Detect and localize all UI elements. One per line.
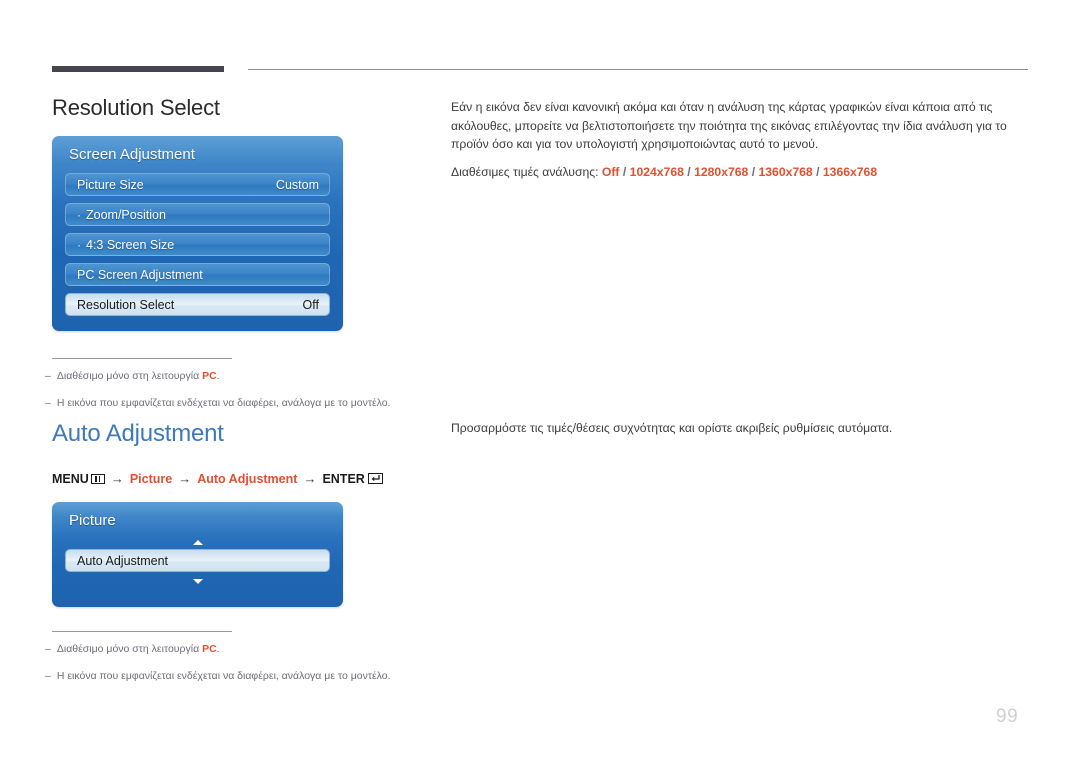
footnote-divider [52, 631, 232, 632]
resolution-value-off: Off [601, 164, 620, 179]
available-resolutions-label: Διαθέσιμες τιμές ανάλυσης: [451, 164, 599, 179]
footnote-text: Η εικόνα που εμφανίζεται ενδέχεται να δι… [56, 669, 391, 682]
page-title-auto-adjustment: Auto Adjustment [52, 420, 224, 447]
breadcrumb-step-picture: Picture [129, 471, 173, 486]
osd-row-picture-size[interactable]: Picture Size Custom [65, 173, 330, 196]
osd-row-label: PC Screen Adjustment [77, 267, 203, 282]
footnote-item: – Διαθέσιμο μόνο στη λειτουργία PC. [45, 369, 645, 385]
osd-panel-screen-adjustment: Screen Adjustment Picture Size Custom · … [52, 136, 343, 331]
description-auto-adjustment: Προσαρμόστε τις τιμές/θέσεις συχνότητας … [451, 419, 1031, 438]
footnote-divider [52, 358, 232, 359]
osd-row-label: Auto Adjustment [77, 553, 169, 568]
breadcrumb-arrow: → [178, 471, 192, 486]
osd-row-4-3-screen-size[interactable]: · 4:3 Screen Size [65, 233, 330, 256]
enter-return-icon [367, 473, 383, 484]
footnote-dash: – [45, 669, 51, 682]
header-rule-thin-line [248, 69, 1028, 70]
footnote-text-tail: . [216, 643, 220, 655]
footnote-text: Διαθέσιμο μόνο στη λειτουργία [56, 643, 203, 655]
footnote-dash: – [45, 643, 51, 655]
breadcrumb-arrow: → [303, 471, 317, 486]
resolution-value-1024x768: 1024x768 [629, 164, 684, 179]
osd-row-label: Picture Size [77, 177, 144, 192]
breadcrumb-menu-label: MENU [52, 471, 89, 486]
breadcrumb-arrow: → [110, 471, 124, 486]
osd-row-label: Resolution Select [77, 297, 175, 312]
footnote-item: – Διαθέσιμο μόνο στη λειτουργία PC. [45, 642, 645, 658]
footnote-text-tail: . [216, 370, 220, 382]
breadcrumb: MENU → Picture → Auto Adjustment → ENTER [52, 471, 383, 486]
menu-grid-icon [90, 473, 105, 484]
osd-row-zoom-position[interactable]: · Zoom/Position [65, 203, 330, 226]
resolution-value-1366x768: 1366x768 [822, 164, 878, 179]
osd-row-auto-adjustment[interactable]: Auto Adjustment [65, 549, 330, 572]
footnote-dash: – [45, 370, 51, 382]
breadcrumb-step-auto-adjustment: Auto Adjustment [197, 471, 298, 486]
description-paragraph: Προσαρμόστε τις τιμές/θέσεις συχνότητας … [451, 421, 893, 435]
footnote-accent: PC [202, 370, 217, 382]
osd-row-list-picture: Auto Adjustment [65, 539, 330, 584]
resolution-value-1360x768: 1360x768 [758, 164, 813, 179]
value-separator: / [751, 164, 756, 179]
osd-row-value: Off [302, 297, 319, 312]
footnotes-auto-adjustment: – Διαθέσιμο μόνο στη λειτουργία PC. – Η ει… [45, 631, 645, 696]
description-paragraph: Εάν η εικόνα δεν είναι κανονική ακόμα κα… [451, 100, 1007, 152]
triangle-down-icon[interactable] [192, 579, 203, 584]
footnotes-resolution-select: – Διαθέσιμο μόνο στη λειτουργία PC. – Η ει… [45, 358, 645, 423]
breadcrumb-enter-label: ENTER [322, 471, 365, 486]
osd-row-value: Custom [275, 177, 319, 192]
osd-row-pc-screen-adjustment[interactable]: PC Screen Adjustment [65, 263, 330, 286]
value-separator: / [687, 164, 691, 179]
header-rule [52, 66, 1028, 72]
description-resolution-select: Εάν η εικόνα δεν είναι κανονική ακόμα κα… [451, 98, 1031, 181]
osd-panel-picture: Picture Auto Adjustment [52, 502, 343, 607]
footnote-accent: PC [202, 643, 217, 655]
triangle-up-icon[interactable] [192, 540, 203, 545]
value-separator: / [816, 164, 820, 179]
osd-row-resolution-select[interactable]: Resolution Select Off [65, 293, 330, 316]
bullet-icon: · [77, 237, 81, 252]
osd-row-label: 4:3 Screen Size [86, 237, 175, 252]
available-resolutions-line: Διαθέσιμες τιμές ανάλυσης: Off / 1024x76… [451, 163, 1031, 182]
footnote-item: – Η εικόνα που εμφανίζεται ενδέχεται να δ… [45, 396, 645, 412]
bullet-icon: · [77, 207, 81, 222]
page-title-resolution-select: Resolution Select [52, 95, 220, 120]
osd-row-list-screen-adjustment: Picture Size Custom · Zoom/Position · 4:… [65, 173, 330, 323]
footnote-text: Η εικόνα που εμφανίζεται ενδέχεται να δι… [56, 396, 391, 409]
osd-panel-title-picture: Picture [69, 512, 116, 529]
footnote-item: – Η εικόνα που εμφανίζεται ενδέχεται να δ… [45, 669, 645, 685]
value-separator: / [622, 164, 627, 179]
osd-panel-title-screen-adjustment: Screen Adjustment [69, 146, 195, 163]
footnote-text: Διαθέσιμο μόνο στη λειτουργία [56, 370, 203, 382]
footnote-dash: – [45, 396, 51, 409]
header-rule-dark-bar [52, 66, 224, 72]
osd-row-label: Zoom/Position [86, 207, 166, 222]
resolution-value-1280x768: 1280x768 [694, 164, 749, 179]
page-number: 99 [996, 706, 1019, 727]
